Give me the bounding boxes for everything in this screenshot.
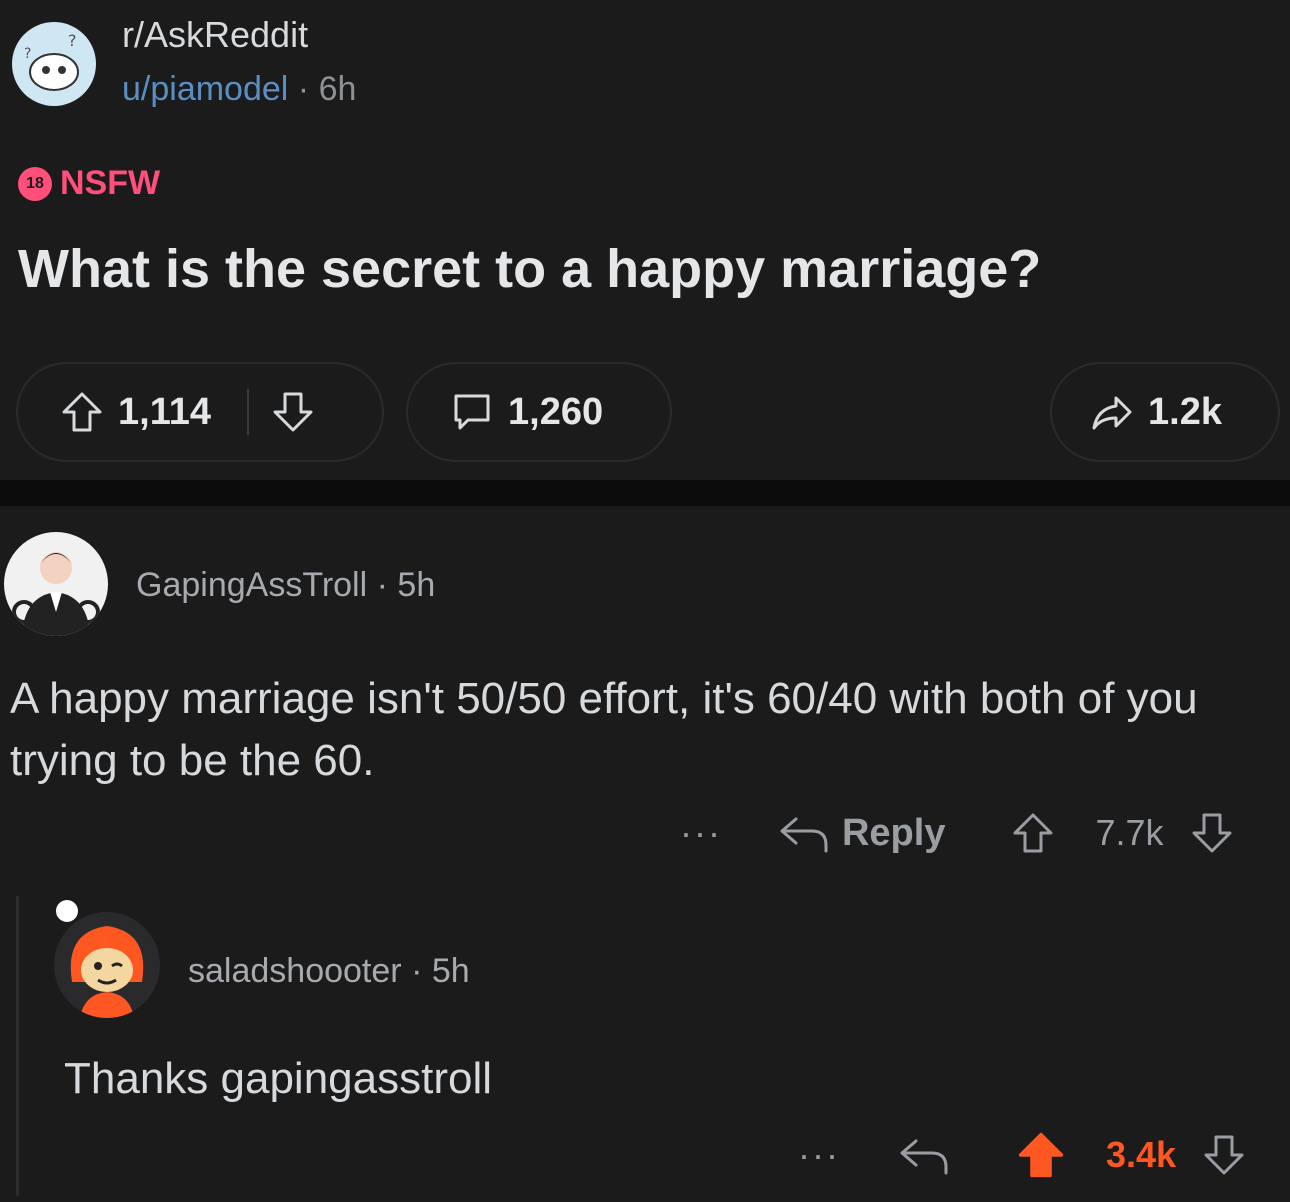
post-age: 6h (318, 70, 357, 108)
comment-count: 1,260 (508, 390, 604, 433)
nsfw-tag: 18 NSFW (18, 164, 160, 203)
svg-text:?: ? (68, 31, 77, 50)
post-vote-bar: 1,114 (16, 362, 384, 462)
post-author[interactable]: u/piamodel (122, 70, 288, 108)
user-avatar[interactable] (4, 532, 108, 636)
upvote-icon[interactable] (60, 390, 104, 434)
reply-button[interactable]: Reply (842, 812, 945, 855)
online-indicator (56, 900, 78, 922)
downvote-icon[interactable] (1202, 1133, 1246, 1177)
comment-author[interactable]: GapingAssTroll (136, 566, 367, 604)
subreddit-name[interactable]: r/AskReddit (122, 14, 308, 56)
upvote-icon[interactable] (1011, 811, 1055, 855)
comment-score: 7.7k (1095, 812, 1164, 853)
comment-age: 5h (397, 566, 436, 604)
share-icon (1090, 390, 1134, 434)
comment-age: 5h (431, 952, 470, 990)
share-count: 1.2k (1148, 390, 1222, 433)
downvote-icon[interactable] (271, 390, 315, 434)
more-options-button[interactable]: ··· (680, 815, 722, 851)
meta-separator: · (297, 70, 310, 108)
section-divider (0, 480, 1290, 506)
comment-actions: ··· 3.4k (798, 1130, 1246, 1180)
reply-icon[interactable] (896, 1133, 952, 1177)
meta-separator: · (411, 952, 423, 990)
nsfw-label: NSFW (60, 164, 161, 202)
thread-line[interactable] (16, 896, 19, 1196)
post-upvote-count: 1,114 (118, 390, 211, 433)
nsfw-18-icon: 18 (18, 166, 52, 201)
comment-score: 3.4k (1105, 1134, 1177, 1175)
post-meta: u/piamodel · 6h (122, 70, 356, 109)
comment-actions: ··· Reply 7.7k (680, 808, 1234, 858)
comment-icon (450, 390, 494, 434)
comment-meta: saladshoooter · 5h (188, 952, 470, 991)
svg-text:?: ? (24, 46, 31, 62)
comment-author[interactable]: saladshoooter (188, 952, 402, 990)
downvote-icon[interactable] (1190, 811, 1234, 855)
post-title[interactable]: What is the secret to a happy marriage? (18, 238, 1041, 300)
user-avatar[interactable] (54, 912, 160, 1018)
subreddit-avatar[interactable]: ? ? (12, 22, 96, 106)
reply-icon[interactable] (776, 811, 832, 855)
upvote-icon-active[interactable] (1016, 1130, 1066, 1180)
meta-separator: · (376, 566, 388, 604)
more-options-button[interactable]: ··· (798, 1137, 840, 1173)
vote-divider (247, 389, 249, 435)
comment-body: A happy marriage isn't 50/50 effort, it'… (10, 674, 1198, 785)
comment-meta: GapingAssTroll · 5h (136, 566, 435, 605)
comment-body: Thanks gapingasstroll (64, 1054, 493, 1103)
share-button[interactable]: 1.2k (1050, 362, 1280, 462)
comments-button[interactable]: 1,260 (406, 362, 672, 462)
